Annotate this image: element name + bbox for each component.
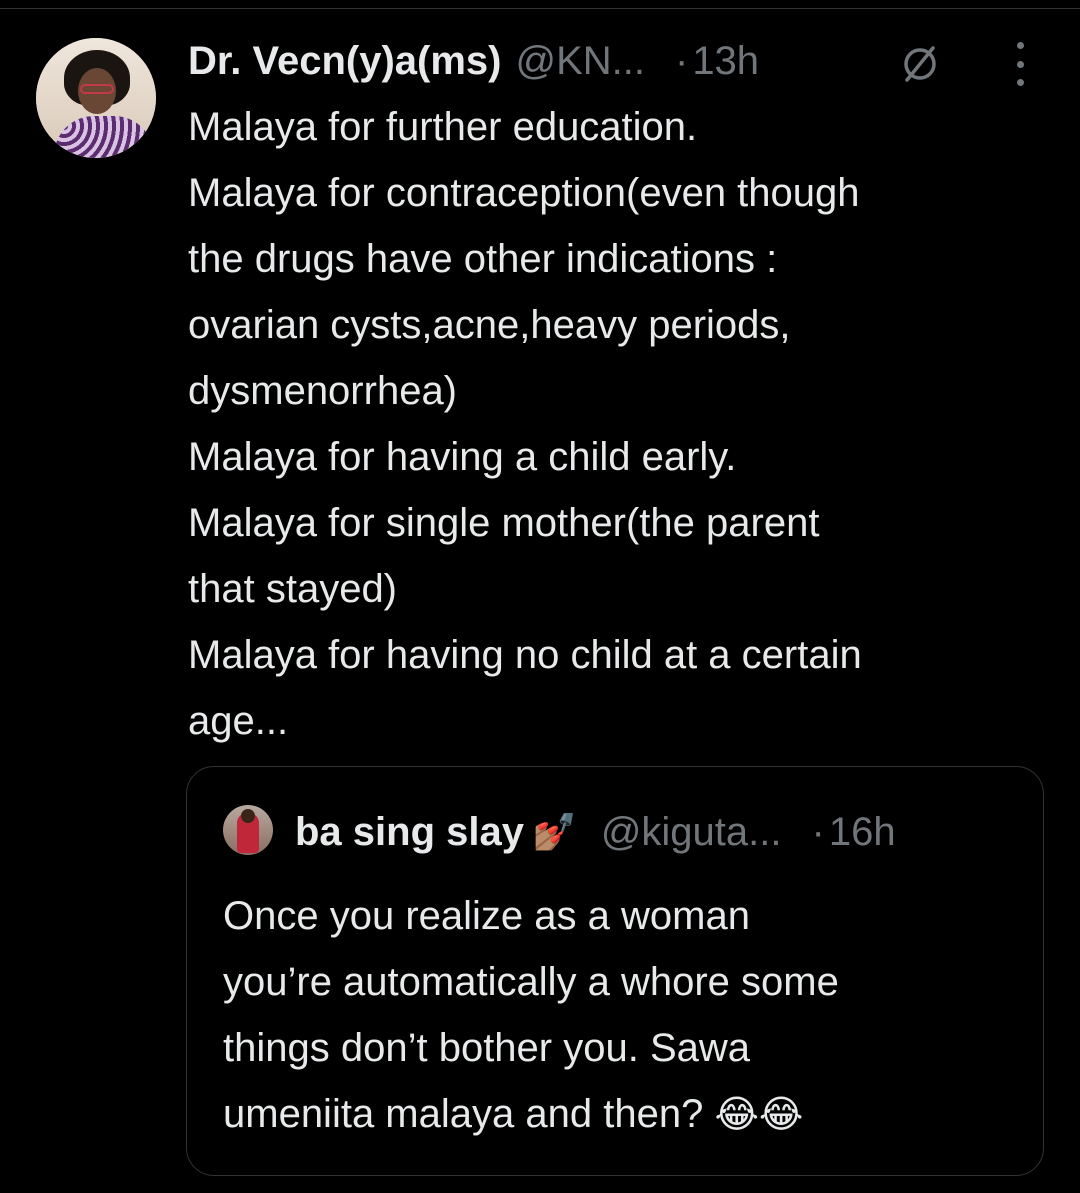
quoted-author-handle[interactable]: @kiguta... xyxy=(601,810,782,855)
quoted-line: Once you realize as a woman xyxy=(223,894,750,938)
quoted-tweet-body: Once you realize as a woman you’re autom… xyxy=(223,883,1023,1148)
quoted-header-separator: · xyxy=(811,809,825,854)
header-separator: · xyxy=(674,38,689,83)
quoted-line-text: umeniita malaya and then? xyxy=(223,1092,704,1136)
nail-polish-emoji: 💅🏽 xyxy=(531,811,577,852)
author-display-name[interactable]: Dr. Vecn(y)a(ms) xyxy=(188,39,501,84)
tweet-line: Malaya for having no child at a certain xyxy=(188,633,862,677)
quoted-tweet-timestamp[interactable]: 16h xyxy=(829,810,896,855)
circle-slash-icon xyxy=(904,46,936,82)
more-options-icon[interactable] xyxy=(1010,42,1030,86)
tweet-line: Malaya for contraception(even though xyxy=(188,171,860,215)
tweet-body: Malaya for further education. Malaya for… xyxy=(188,94,1058,754)
tweet-header: Dr. Vecn(y)a(ms) @KN... · 13h xyxy=(188,36,759,86)
author-handle[interactable]: @KN... xyxy=(515,39,645,84)
tweet-timestamp[interactable]: 13h xyxy=(692,39,759,84)
quoted-line: you’re automatically a whore some xyxy=(223,960,839,1004)
quoted-line: umeniita malaya and then? 😂😂 xyxy=(223,1081,1023,1148)
tweet-line: Malaya for having a child early. xyxy=(188,435,737,479)
tweet-line: dysmenorrhea) xyxy=(188,369,458,413)
tweet-line: the drugs have other indications : xyxy=(188,237,778,281)
author-avatar[interactable] xyxy=(36,38,156,158)
quoted-author-display-name[interactable]: ba sing slay xyxy=(295,810,524,855)
tweet-line: ovarian cysts,acne,heavy periods, xyxy=(188,303,791,347)
top-divider xyxy=(0,8,1080,9)
tweet-line: that stayed) xyxy=(188,567,398,611)
laughing-emoji: 😂😂 xyxy=(714,1094,804,1136)
quoted-line: things don’t bother you. Sawa xyxy=(223,1026,751,1070)
quoted-tweet-header: ba sing slay 💅🏽 @kiguta... · 16h xyxy=(295,807,896,857)
tweet-line: age... xyxy=(188,699,289,743)
quoted-author-avatar[interactable] xyxy=(223,805,273,855)
quoted-tweet-card[interactable]: ba sing slay 💅🏽 @kiguta... · 16h Once yo… xyxy=(186,766,1044,1176)
tweet-line: Malaya for further education. xyxy=(188,105,698,149)
tweet-line: Malaya for single mother(the parent xyxy=(188,501,820,545)
